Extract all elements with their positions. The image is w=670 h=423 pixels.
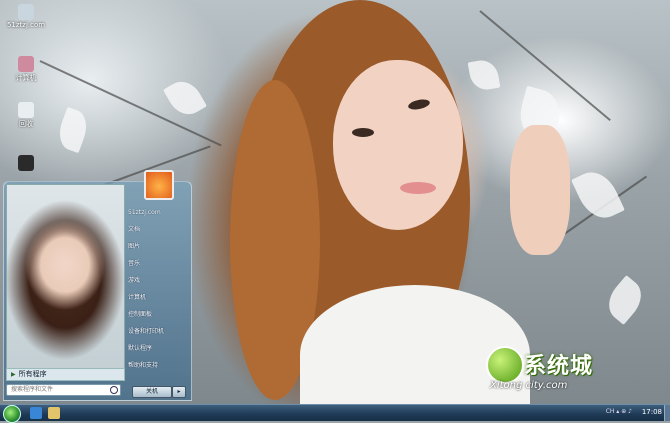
start-link-computer[interactable]: 计算机 xyxy=(128,289,188,306)
computer-icon xyxy=(18,56,34,72)
start-link-help-support[interactable]: 帮助和支持 xyxy=(128,357,188,374)
desktop-icon-label: 计算机 xyxy=(15,74,37,82)
system-tray[interactable]: CH ▴ ⊕ ♪ xyxy=(606,408,632,415)
search-icon xyxy=(110,386,118,394)
start-orb-button[interactable] xyxy=(3,405,21,423)
start-search-input[interactable]: 搜索程序和文件 xyxy=(6,384,121,396)
desktop-icon-label: 回收 xyxy=(19,120,33,128)
desktop-icon-website[interactable]: 51ztzj.com xyxy=(4,4,48,29)
start-link-default-programs[interactable]: 默认程序 xyxy=(128,340,188,357)
wallpaper-hand xyxy=(510,125,570,255)
folder-icon[interactable] xyxy=(48,407,60,419)
all-programs-button[interactable]: ▶ 所有程序 xyxy=(6,368,125,381)
desktop-icon-computer[interactable]: 计算机 xyxy=(4,56,48,83)
ie-icon[interactable] xyxy=(30,407,42,419)
show-desktop-button[interactable] xyxy=(664,405,670,421)
desktop-icon-recycle[interactable]: 回收 xyxy=(4,102,48,129)
wallpaper-eye xyxy=(352,128,374,137)
play-arrow-icon: ▶ xyxy=(11,371,16,378)
wallpaper-leaf xyxy=(600,275,650,325)
recycle-bin-icon xyxy=(18,102,34,118)
watermark-logo-icon xyxy=(486,346,524,384)
wallpaper-leaf xyxy=(163,74,207,122)
taskbar-clock[interactable]: 17:08 xyxy=(642,408,662,416)
taskbar: CH ▴ ⊕ ♪ 17:08 xyxy=(0,404,670,423)
start-link-games[interactable]: 游戏 xyxy=(128,272,188,289)
start-link-devices-printers[interactable]: 设备和打印机 xyxy=(128,323,188,340)
wallpaper-face xyxy=(333,60,463,230)
wallpaper-leaf xyxy=(467,57,501,93)
shutdown-options-button[interactable]: ▸ xyxy=(172,386,186,398)
all-programs-label: 所有程序 xyxy=(18,370,47,378)
website-icon xyxy=(18,4,34,20)
start-link-documents[interactable]: 文档 xyxy=(128,221,188,238)
wallpaper-lips xyxy=(400,182,436,194)
start-link-music[interactable]: 音乐 xyxy=(128,255,188,272)
desktop-icon-app[interactable] xyxy=(4,155,48,172)
search-placeholder: 搜索程序和文件 xyxy=(11,386,54,393)
shutdown-button[interactable]: 关机 xyxy=(132,386,172,398)
start-link-website[interactable]: 51ztzj.com xyxy=(128,204,188,221)
wallpaper-leaf xyxy=(571,164,625,226)
watermark-title: 系统城 xyxy=(524,354,594,379)
start-menu-right-links: 51ztzj.com 文档 图片 音乐 游戏 计算机 控制面板 设备和打印机 默… xyxy=(128,204,188,374)
wallpaper-leaf xyxy=(53,106,93,154)
desktop-icon-label: 51ztzj.com xyxy=(6,21,46,29)
start-menu-program-pane xyxy=(6,184,125,370)
start-link-control-panel[interactable]: 控制面板 xyxy=(128,306,188,323)
watermark: 系统城 Xitong city.com xyxy=(486,346,626,396)
app-icon xyxy=(18,155,34,171)
start-menu: ▶ 所有程序 搜索程序和文件 51ztzj.com 文档 图片 音乐 游戏 计算机… xyxy=(3,170,192,401)
user-avatar[interactable] xyxy=(144,170,174,200)
start-link-pictures[interactable]: 图片 xyxy=(128,238,188,255)
watermark-url: Xitong city.com xyxy=(490,380,568,391)
desktop-wallpaper: 51ztzj.com 计算机 回收 系统城 Xitong city.com ▶ 所… xyxy=(0,0,670,404)
